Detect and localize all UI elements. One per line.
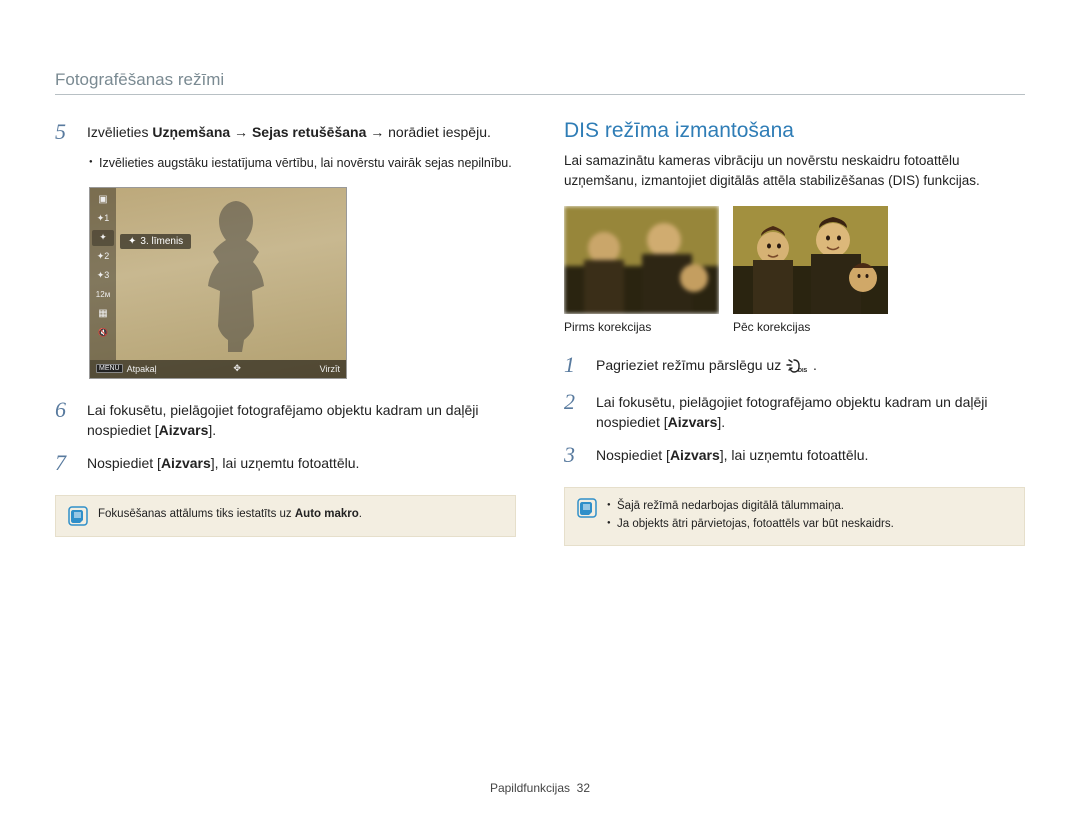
navigate-icon: ✥ bbox=[233, 363, 241, 374]
quality-icon: ▦ bbox=[94, 306, 112, 322]
step-text: Nospiediet [Aizvars], lai uzņemtu fotoat… bbox=[87, 450, 359, 476]
step-text: Pagrieziet režīmu pārslēgu uz DIS . bbox=[596, 352, 817, 378]
step-7: 7 Nospiediet [Aizvars], lai uzņemtu foto… bbox=[55, 450, 516, 476]
bold-text: Aizvars bbox=[161, 455, 211, 471]
bold-text: Sejas retušēšana bbox=[252, 124, 366, 140]
text: Fokusēšanas attālums tiks iestatīts uz bbox=[98, 508, 295, 520]
section-title: DIS režīma izmantošana bbox=[564, 119, 1025, 143]
text: . bbox=[813, 357, 817, 373]
level-label: ✦3. līmenis bbox=[120, 234, 191, 249]
back-label: Atpakaļ bbox=[127, 364, 157, 374]
step-1: 1 Pagrieziet režīmu pārslēgu uz DIS . bbox=[564, 352, 1025, 378]
bullet-item: Izvēlieties augstāku iestatījuma vērtību… bbox=[89, 155, 516, 173]
arrow: → bbox=[230, 124, 252, 140]
page-number: 32 bbox=[577, 781, 590, 795]
text: . bbox=[359, 508, 362, 520]
note-text: Fokusēšanas attālums tiks iestatīts uz A… bbox=[98, 506, 362, 523]
page-footer: Papildfunkcijas 32 bbox=[0, 781, 1080, 795]
step-text: Lai fokusētu, pielāgojiet fotografējamo … bbox=[596, 389, 1025, 433]
step-number: 1 bbox=[564, 352, 584, 378]
bold-text: Aizvars bbox=[159, 422, 209, 438]
note-list: Šajā režīmā nedarbojas digitālā tālummai… bbox=[607, 498, 894, 535]
text: ]. bbox=[717, 414, 725, 430]
step-text: Lai fokusētu, pielāgojiet fotografējamo … bbox=[87, 397, 516, 441]
svg-text:DIS: DIS bbox=[798, 368, 808, 374]
step-3: 3 Nospiediet [Aizvars], lai uzņemtu foto… bbox=[564, 442, 1025, 468]
note-box: Fokusēšanas attālums tiks iestatīts uz A… bbox=[55, 495, 516, 537]
note-icon bbox=[577, 498, 597, 518]
resolution-icon: 12м bbox=[94, 287, 112, 303]
note-item: Šajā režīmā nedarbojas digitālā tālummai… bbox=[607, 498, 894, 515]
retouch-level-icon: ✦ bbox=[92, 230, 114, 246]
step-number: 6 bbox=[55, 397, 75, 441]
section-header: Fotografēšanas režīmi bbox=[55, 70, 1025, 95]
lcd-bottom-bar: MENU Atpakaļ ✥ Virzīt bbox=[90, 360, 346, 378]
sub-bullets: Izvēlieties augstāku iestatījuma vērtību… bbox=[89, 155, 516, 173]
bold-text: Uzņemšana bbox=[152, 124, 230, 140]
bold-text: Aizvars bbox=[670, 447, 720, 463]
sound-off-icon: 🔇 bbox=[94, 325, 112, 341]
retouch-icon: ✦3 bbox=[94, 268, 112, 284]
step-number: 7 bbox=[55, 450, 75, 476]
bold-text: Auto makro bbox=[295, 508, 359, 520]
text: norādiet iespēju. bbox=[388, 124, 491, 140]
intro-paragraph: Lai samazinātu kameras vibrāciju un novē… bbox=[564, 151, 1025, 190]
person-silhouette-icon bbox=[180, 196, 290, 361]
text: ]. bbox=[208, 422, 216, 438]
retouch-icon: ✦2 bbox=[94, 249, 112, 265]
text: Nospiediet [ bbox=[87, 455, 161, 471]
camera-lcd-preview: ▣ ✦1 ✦ ✦2 ✦3 12м ▦ 🔇 ✦3. līmenis MENU At… bbox=[89, 187, 347, 379]
step-text: Nospiediet [Aizvars], lai uzņemtu fotoat… bbox=[596, 442, 868, 468]
caption-after: Pēc korekcijas bbox=[733, 320, 810, 334]
move-label: Virzīt bbox=[320, 364, 340, 374]
note-icon bbox=[68, 506, 88, 526]
note-item: Ja objekts ātri pārvietojas, fotoattēls … bbox=[607, 516, 894, 533]
mode-icon: ▣ bbox=[94, 192, 112, 208]
photo-captions: Pirms korekcijas Pēc korekcijas bbox=[564, 320, 1025, 334]
right-column: DIS režīma izmantošana Lai samazinātu ka… bbox=[564, 119, 1025, 546]
step-text: Izvēlieties Uzņemšana → Sejas retušēšana… bbox=[87, 119, 491, 145]
lcd-side-icons: ▣ ✦1 ✦ ✦2 ✦3 12м ▦ 🔇 bbox=[90, 188, 116, 360]
footer-label: Papildfunkcijas bbox=[490, 781, 570, 795]
left-column: 5 Izvēlieties Uzņemšana → Sejas retušēša… bbox=[55, 119, 516, 546]
text: 3. līmenis bbox=[140, 236, 183, 247]
step-5: 5 Izvēlieties Uzņemšana → Sejas retušēša… bbox=[55, 119, 516, 145]
text: Lai fokusētu, pielāgojiet fotografējamo … bbox=[87, 402, 478, 438]
comparison-photos bbox=[564, 206, 1025, 314]
step-number: 2 bbox=[564, 389, 584, 433]
bold-text: Aizvars bbox=[668, 414, 718, 430]
text: Lai fokusētu, pielāgojiet fotografējamo … bbox=[596, 394, 987, 430]
step-6: 6 Lai fokusētu, pielāgojiet fotografējam… bbox=[55, 397, 516, 441]
step-2: 2 Lai fokusētu, pielāgojiet fotografējam… bbox=[564, 389, 1025, 433]
text: ], lai uzņemtu fotoattēlu. bbox=[211, 455, 360, 471]
step-number: 3 bbox=[564, 442, 584, 468]
text: Izvēlieties bbox=[87, 124, 152, 140]
text: Nospiediet [ bbox=[596, 447, 670, 463]
arrow: → bbox=[366, 124, 388, 140]
text: ], lai uzņemtu fotoattēlu. bbox=[720, 447, 869, 463]
caption-before: Pirms korekcijas bbox=[564, 320, 719, 334]
note-box: Šajā režīmā nedarbojas digitālā tālummai… bbox=[564, 487, 1025, 546]
menu-label: MENU bbox=[96, 364, 123, 373]
step-number: 5 bbox=[55, 119, 75, 145]
photo-after bbox=[733, 206, 888, 314]
dis-mode-icon: DIS bbox=[785, 359, 809, 374]
photo-before bbox=[564, 206, 719, 314]
retouch-icon: ✦1 bbox=[94, 211, 112, 227]
text: Pagrieziet režīmu pārslēgu uz bbox=[596, 357, 785, 373]
